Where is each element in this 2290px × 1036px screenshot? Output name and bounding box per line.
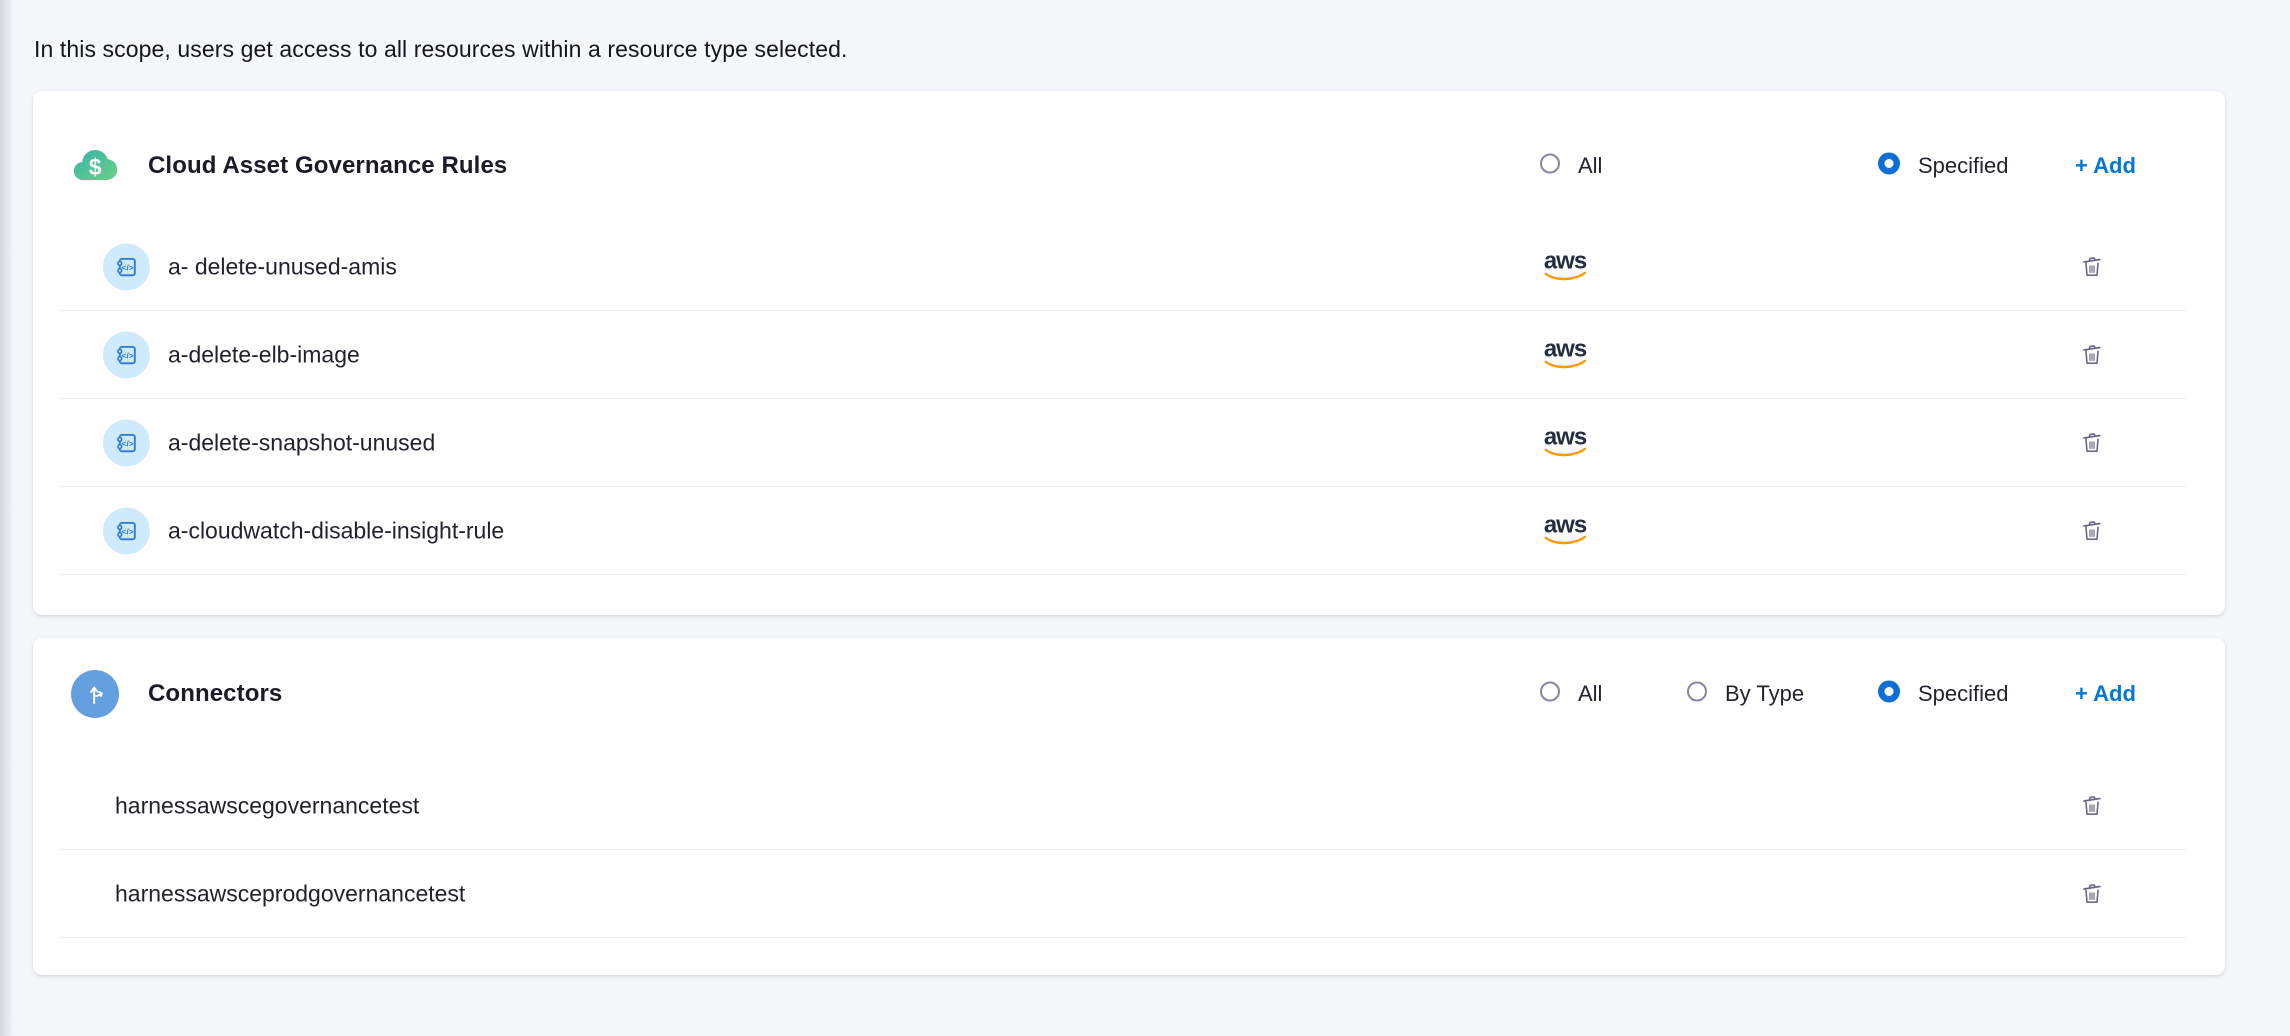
delete-rule-button[interactable] (2076, 339, 2108, 371)
aws-logo-text: aws (1544, 252, 1586, 272)
governance-rule-icon: </> (103, 508, 150, 555)
rule-name: a- delete-unused-amis (168, 254, 397, 281)
svg-text:$: $ (89, 154, 102, 180)
delete-rule-button[interactable] (2076, 427, 2108, 459)
connectors-radio-all[interactable] (1540, 682, 1560, 707)
connectors-list: harnessawscegovernancetest harnessawscep… (33, 762, 2225, 938)
rules-radio-all[interactable] (1540, 154, 1560, 179)
rule-name: a-delete-snapshot-unused (168, 430, 435, 457)
cloud-dollar-icon: $ (71, 142, 119, 190)
aws-logo-text: aws (1544, 340, 1586, 360)
radio-circle-selected-icon (1878, 153, 1900, 175)
aws-logo-icon: aws (1539, 340, 1591, 371)
rule-name: a-cloudwatch-disable-insight-rule (168, 518, 504, 545)
aws-logo-icon: aws (1539, 428, 1591, 459)
rule-row: </> a-delete-snapshot-unused aws (33, 399, 2225, 487)
rule-name: a-delete-elb-image (168, 342, 360, 369)
connector-row: harnessawsceprodgovernancetest (33, 850, 2225, 938)
connector-name: harnessawscegovernancetest (115, 793, 419, 820)
rules-radio-specified-label[interactable]: Specified (1918, 153, 2009, 179)
delete-rule-button[interactable] (2076, 515, 2108, 547)
left-edge-shadow (0, 0, 14, 1036)
rule-row: </> a-delete-elb-image aws (33, 311, 2225, 399)
connectors-radio-specified[interactable] (1878, 681, 1900, 708)
rules-radio-specified[interactable] (1878, 153, 1900, 180)
governance-rules-card: $ Cloud Asset Governance Rules All Speci… (33, 91, 2225, 615)
svg-text:</>: </> (122, 350, 134, 360)
connectors-radio-all-label[interactable]: All (1578, 681, 1602, 707)
aws-logo-text: aws (1544, 428, 1586, 448)
radio-circle-icon (1540, 682, 1560, 702)
connectors-add-button[interactable]: + Add (2075, 681, 2136, 707)
branch-arrows-icon (71, 670, 119, 718)
svg-text:</>: </> (122, 262, 134, 272)
governance-rule-icon: </> (103, 244, 150, 291)
svg-text:</>: </> (122, 526, 134, 536)
connector-name: harnessawsceprodgovernancetest (115, 881, 465, 908)
rules-add-button[interactable]: + Add (2075, 153, 2136, 179)
connectors-radio-bytype-label[interactable]: By Type (1725, 681, 1804, 707)
governance-rule-icon: </> (103, 332, 150, 379)
governance-rules-title: Cloud Asset Governance Rules (148, 152, 507, 180)
connectors-title: Connectors (148, 680, 282, 708)
connectors-header: Connectors All By Type Specified + Add (33, 670, 2225, 718)
rule-row: </> a- delete-unused-amis aws (33, 223, 2225, 311)
connectors-radio-specified-label[interactable]: Specified (1918, 681, 2009, 707)
radio-circle-icon (1540, 154, 1560, 174)
governance-rules-list: </> a- delete-unused-amis aws (33, 223, 2225, 575)
aws-logo-text: aws (1544, 516, 1586, 536)
aws-logo-icon: aws (1539, 516, 1591, 547)
delete-rule-button[interactable] (2076, 251, 2108, 283)
connectors-card: Connectors All By Type Specified + Add h… (33, 638, 2225, 975)
connectors-radio-bytype[interactable] (1687, 682, 1707, 707)
svg-text:</>: </> (122, 438, 134, 448)
delete-connector-button[interactable] (2076, 878, 2108, 910)
radio-circle-icon (1687, 682, 1707, 702)
delete-connector-button[interactable] (2076, 790, 2108, 822)
radio-circle-selected-icon (1878, 681, 1900, 703)
scope-description: In this scope, users get access to all r… (34, 36, 848, 63)
connector-row: harnessawscegovernancetest (33, 762, 2225, 850)
rule-row: </> a-cloudwatch-disable-insight-rule aw… (33, 487, 2225, 575)
governance-rules-header: $ Cloud Asset Governance Rules All Speci… (33, 142, 2225, 190)
governance-rule-icon: </> (103, 420, 150, 467)
aws-logo-icon: aws (1539, 252, 1591, 283)
rules-radio-all-label[interactable]: All (1578, 153, 1602, 179)
